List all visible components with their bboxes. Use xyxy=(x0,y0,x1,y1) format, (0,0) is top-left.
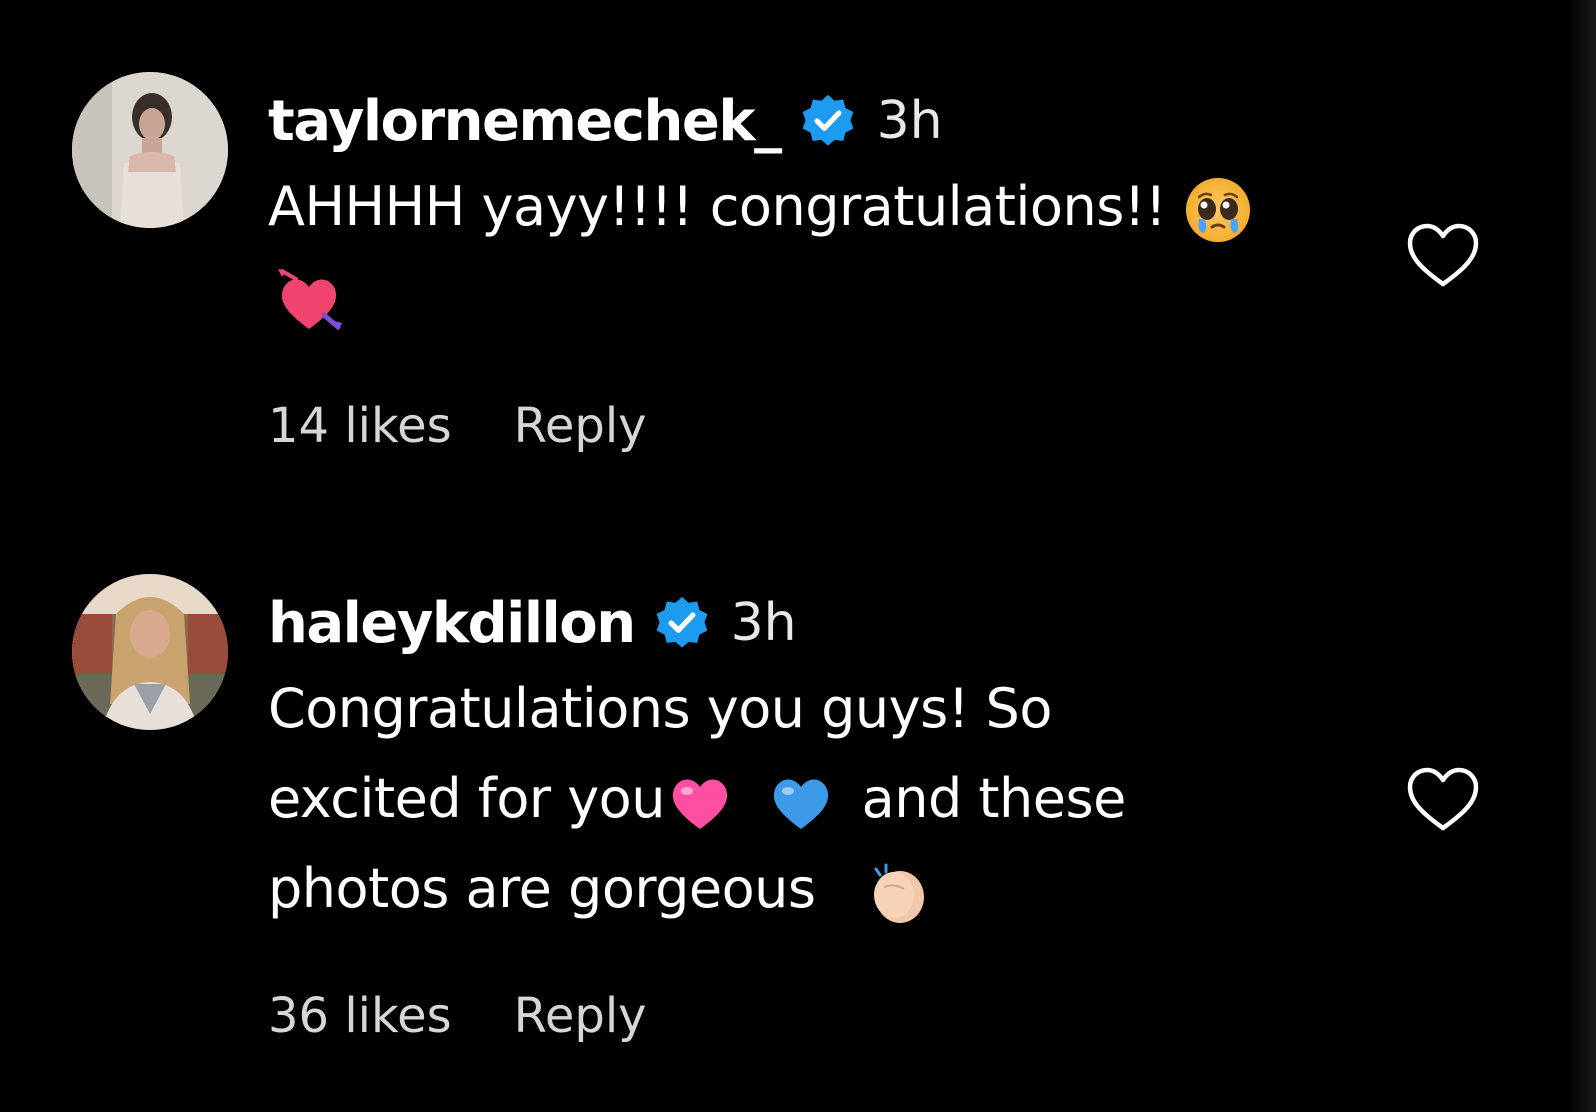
comment-meta: 14 likes Reply xyxy=(268,398,1378,454)
reply-button[interactable]: Reply xyxy=(514,398,647,454)
heart-outline-icon[interactable] xyxy=(1405,222,1481,290)
username[interactable]: taylornemechek_ xyxy=(268,89,782,154)
comment-text: AHHHH yayy!!!! congratulations!! xyxy=(268,162,1378,252)
pleading-face-emoji xyxy=(1183,175,1253,245)
heart-with-arrow-emoji xyxy=(274,265,344,335)
window-edge xyxy=(1566,0,1596,1112)
blue-heart-emoji xyxy=(766,767,836,837)
reply-button[interactable]: Reply xyxy=(514,988,647,1044)
comment-text-line: AHHHH yayy!!!! congratulations!! xyxy=(268,175,1167,238)
likes-count[interactable]: 36 likes xyxy=(268,988,452,1044)
comment-meta: 36 likes Reply xyxy=(268,988,1378,1044)
heart-outline-icon[interactable] xyxy=(1405,766,1481,834)
comment-time: 3h xyxy=(730,593,797,653)
pink-heart-emoji xyxy=(665,767,735,837)
comment-text-line: Congratulations you guys! So xyxy=(268,677,1052,740)
clapping-hands-emoji xyxy=(862,857,932,927)
verified-badge-icon xyxy=(653,594,711,652)
comment-text-line: excited for you xyxy=(268,767,665,830)
comment-text: excited for you and these xyxy=(268,754,1378,844)
avatar[interactable] xyxy=(72,72,228,228)
comment-item: taylornemechek_ 3h AHHHH yayy!!!! congra… xyxy=(0,0,1560,520)
comment-text xyxy=(268,252,1378,342)
likes-count[interactable]: 14 likes xyxy=(268,398,452,454)
comment-header: haleykdillon 3h xyxy=(268,588,1378,658)
comment-text: photos are gorgeous xyxy=(268,844,1378,934)
verified-badge-icon xyxy=(799,92,857,150)
avatar[interactable] xyxy=(72,574,228,730)
comment-header: taylornemechek_ 3h xyxy=(268,86,1378,156)
comment-item: haleykdillon 3h Congratulations you guys… xyxy=(0,540,1560,1100)
username[interactable]: haleykdillon xyxy=(268,591,636,656)
comment-text-line: and these xyxy=(861,767,1127,830)
comment-text-line: photos are gorgeous xyxy=(268,857,816,920)
comment-time: 3h xyxy=(876,91,943,151)
comment-text: Congratulations you guys! So xyxy=(268,664,1378,754)
